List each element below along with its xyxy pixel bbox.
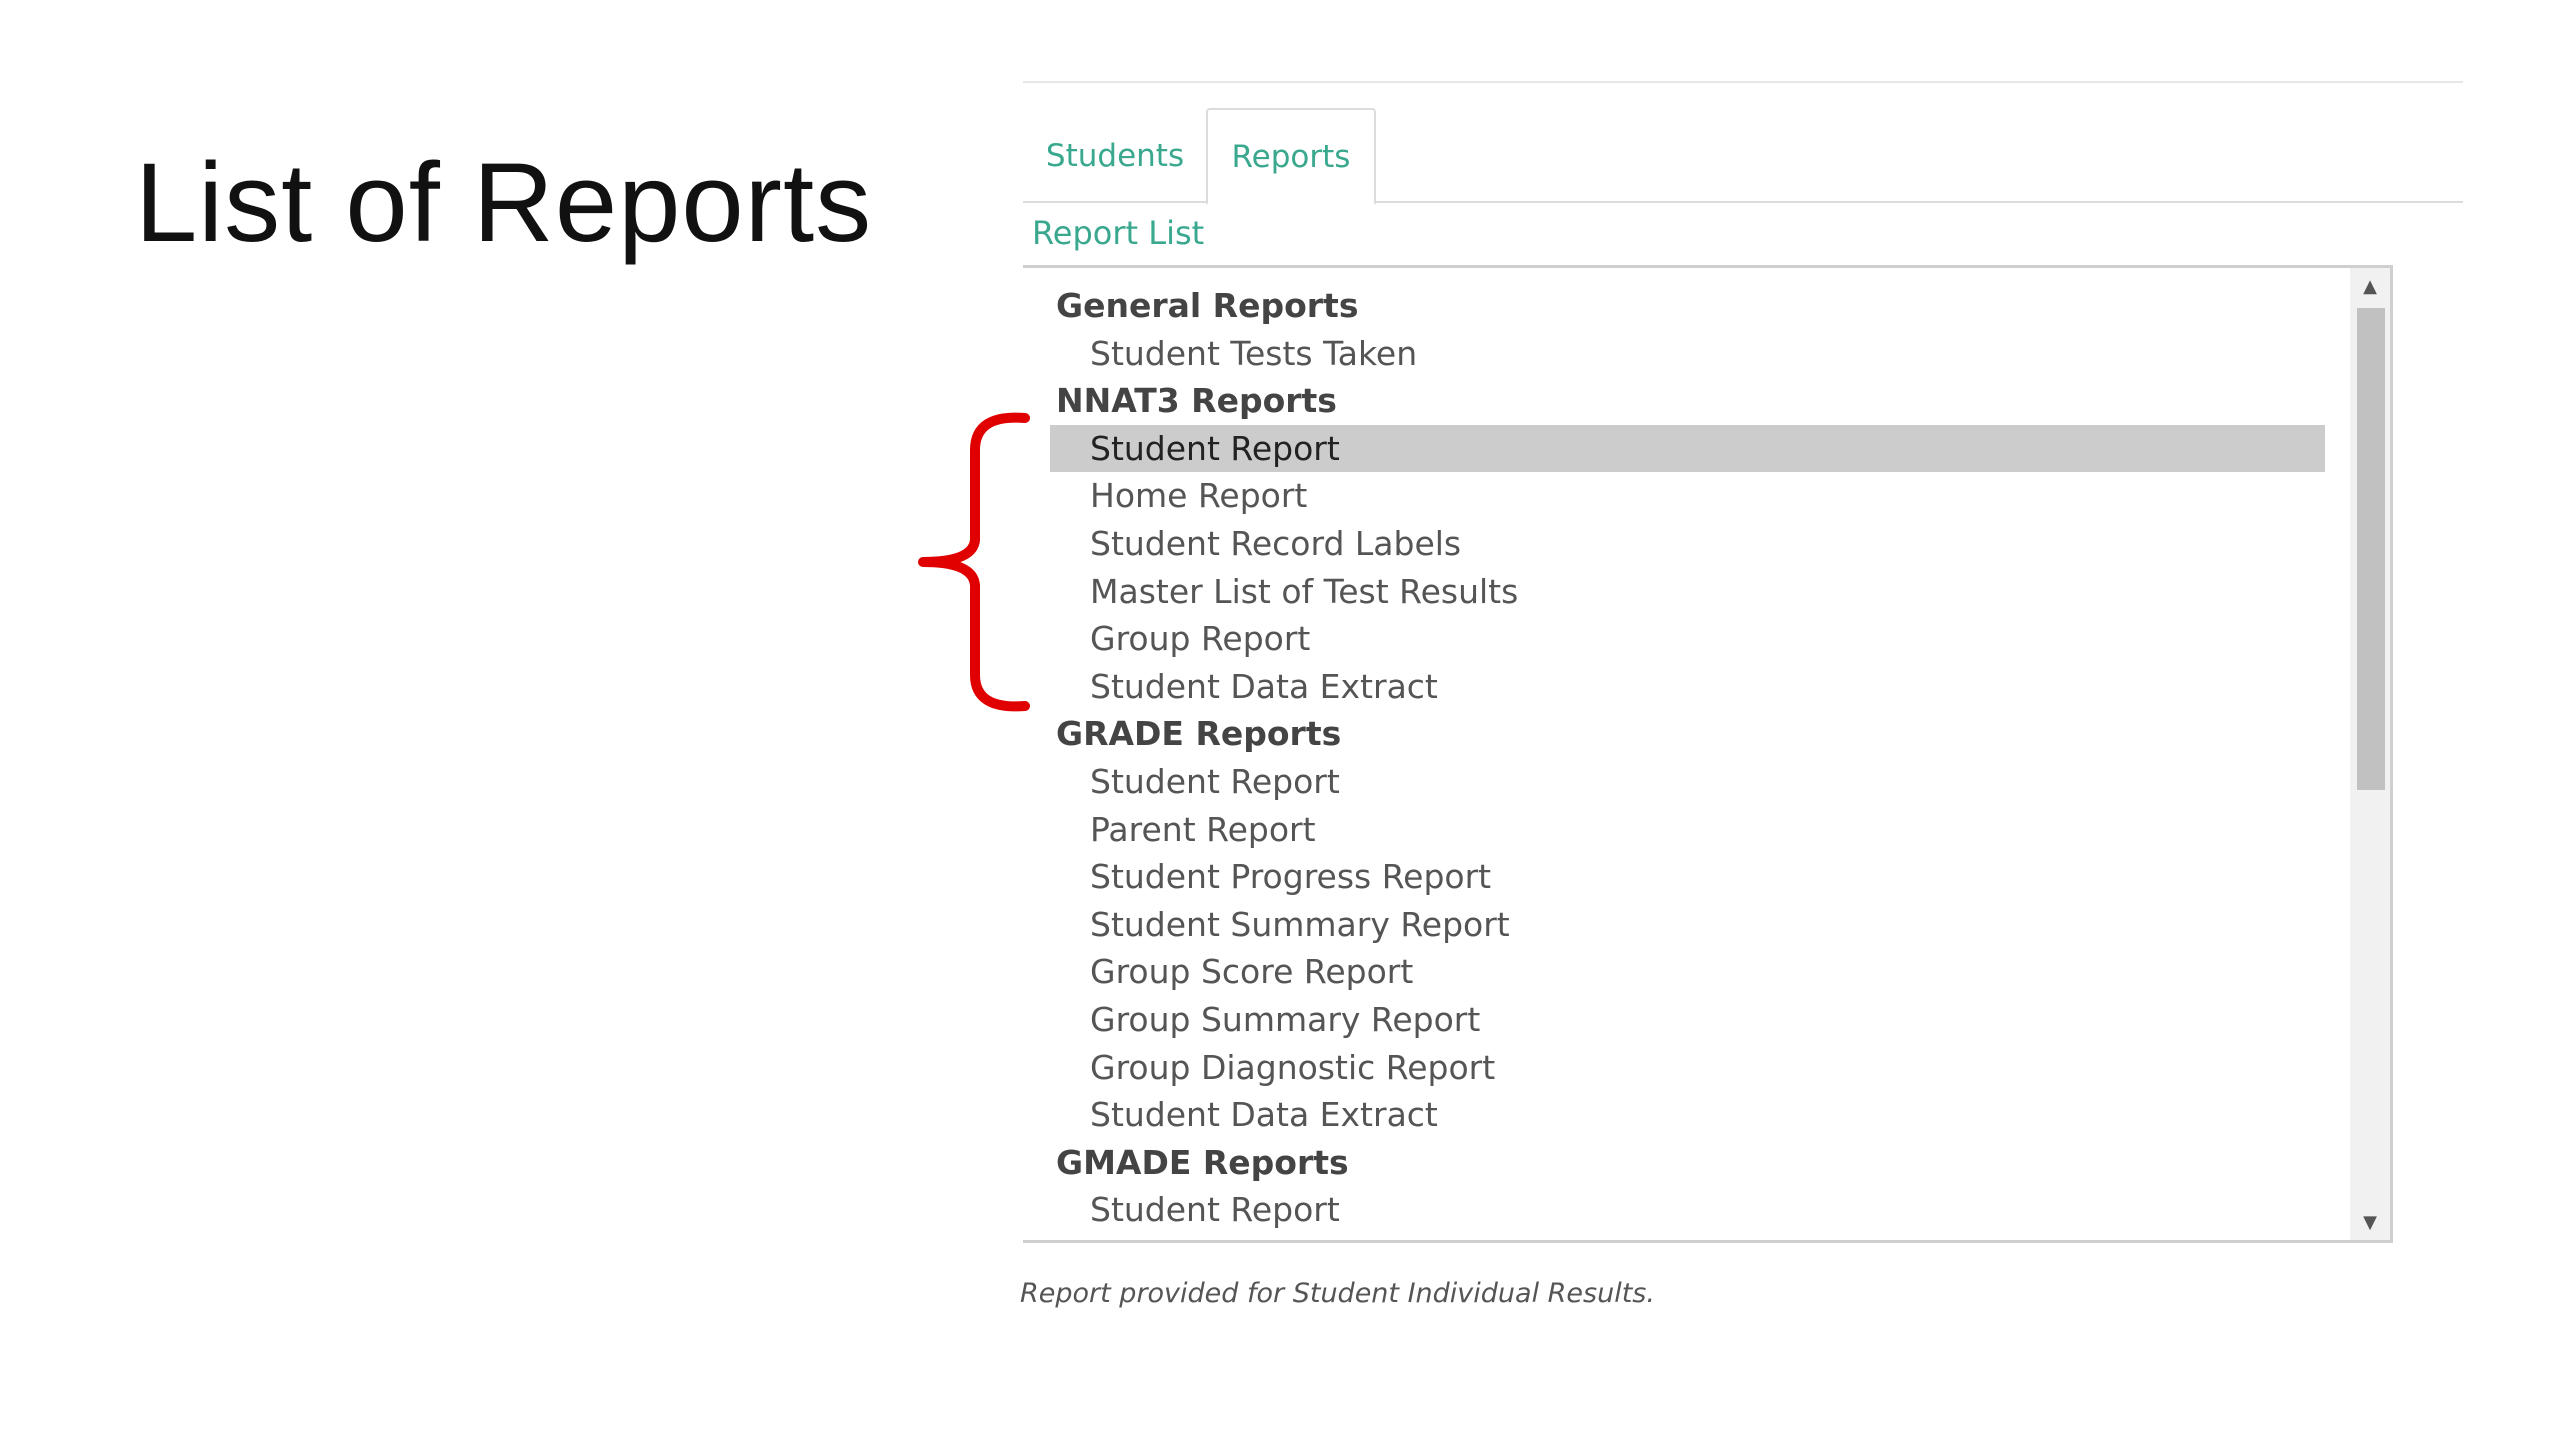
tab-bar: Students Reports: [1023, 108, 2463, 205]
slide-title: List of Reports: [135, 140, 873, 265]
report-group-header: General Reports: [1056, 286, 1359, 325]
tab-reports[interactable]: Reports: [1206, 108, 1376, 205]
report-list-panel: General Reports Student Tests Taken NNAT…: [1023, 265, 2393, 1243]
report-group-header: GRADE Reports: [1056, 714, 1342, 754]
tab-students[interactable]: Students: [1025, 108, 1205, 203]
report-item[interactable]: Home Report: [1023, 472, 2353, 520]
report-item[interactable]: Group Score Report: [1023, 948, 2353, 996]
report-list: General Reports Student Tests Taken NNAT…: [1023, 282, 2353, 1240]
top-divider: [1023, 81, 2463, 83]
report-item[interactable]: Parent Report: [1023, 806, 2353, 854]
report-item[interactable]: Student Record Labels: [1023, 520, 2353, 568]
annotation-brace: [918, 412, 1030, 712]
report-item[interactable]: Student Tests Taken: [1023, 330, 2353, 378]
report-list-link[interactable]: Report List: [1032, 214, 1204, 252]
slide: List of Reports Students Reports Report …: [0, 0, 2560, 1440]
report-item[interactable]: Group Diagnostic Report: [1023, 1044, 2353, 1092]
report-group-header: NNAT3 Reports: [1056, 381, 1337, 421]
report-item-selected[interactable]: Student Report: [1050, 424, 2325, 473]
report-item[interactable]: Student Summary Report: [1023, 901, 2353, 949]
report-item[interactable]: Group Report: [1023, 615, 2353, 663]
report-item[interactable]: Student Report: [1023, 1186, 2353, 1234]
report-item[interactable]: Student Progress Report: [1023, 853, 2353, 901]
scrollbar-thumb[interactable]: [2357, 308, 2385, 790]
report-item[interactable]: Master List of Test Results: [1023, 568, 2353, 616]
report-group-header: GMADE Reports: [1056, 1142, 1349, 1182]
chevron-up-icon[interactable]: ▲: [2350, 268, 2390, 304]
chevron-down-icon[interactable]: ▼: [2350, 1204, 2390, 1240]
report-item[interactable]: Group Summary Report: [1023, 996, 2353, 1044]
report-item[interactable]: Parent Report: [1023, 1234, 2353, 1240]
report-item[interactable]: Student Data Extract: [1023, 1091, 2353, 1139]
report-item[interactable]: Student Report: [1023, 758, 2353, 806]
list-scrollbar[interactable]: ▲ ▼: [2350, 268, 2390, 1240]
report-item[interactable]: Student Data Extract: [1023, 663, 2353, 711]
caption: Report provided for Student Individual R…: [1020, 1278, 1655, 1309]
